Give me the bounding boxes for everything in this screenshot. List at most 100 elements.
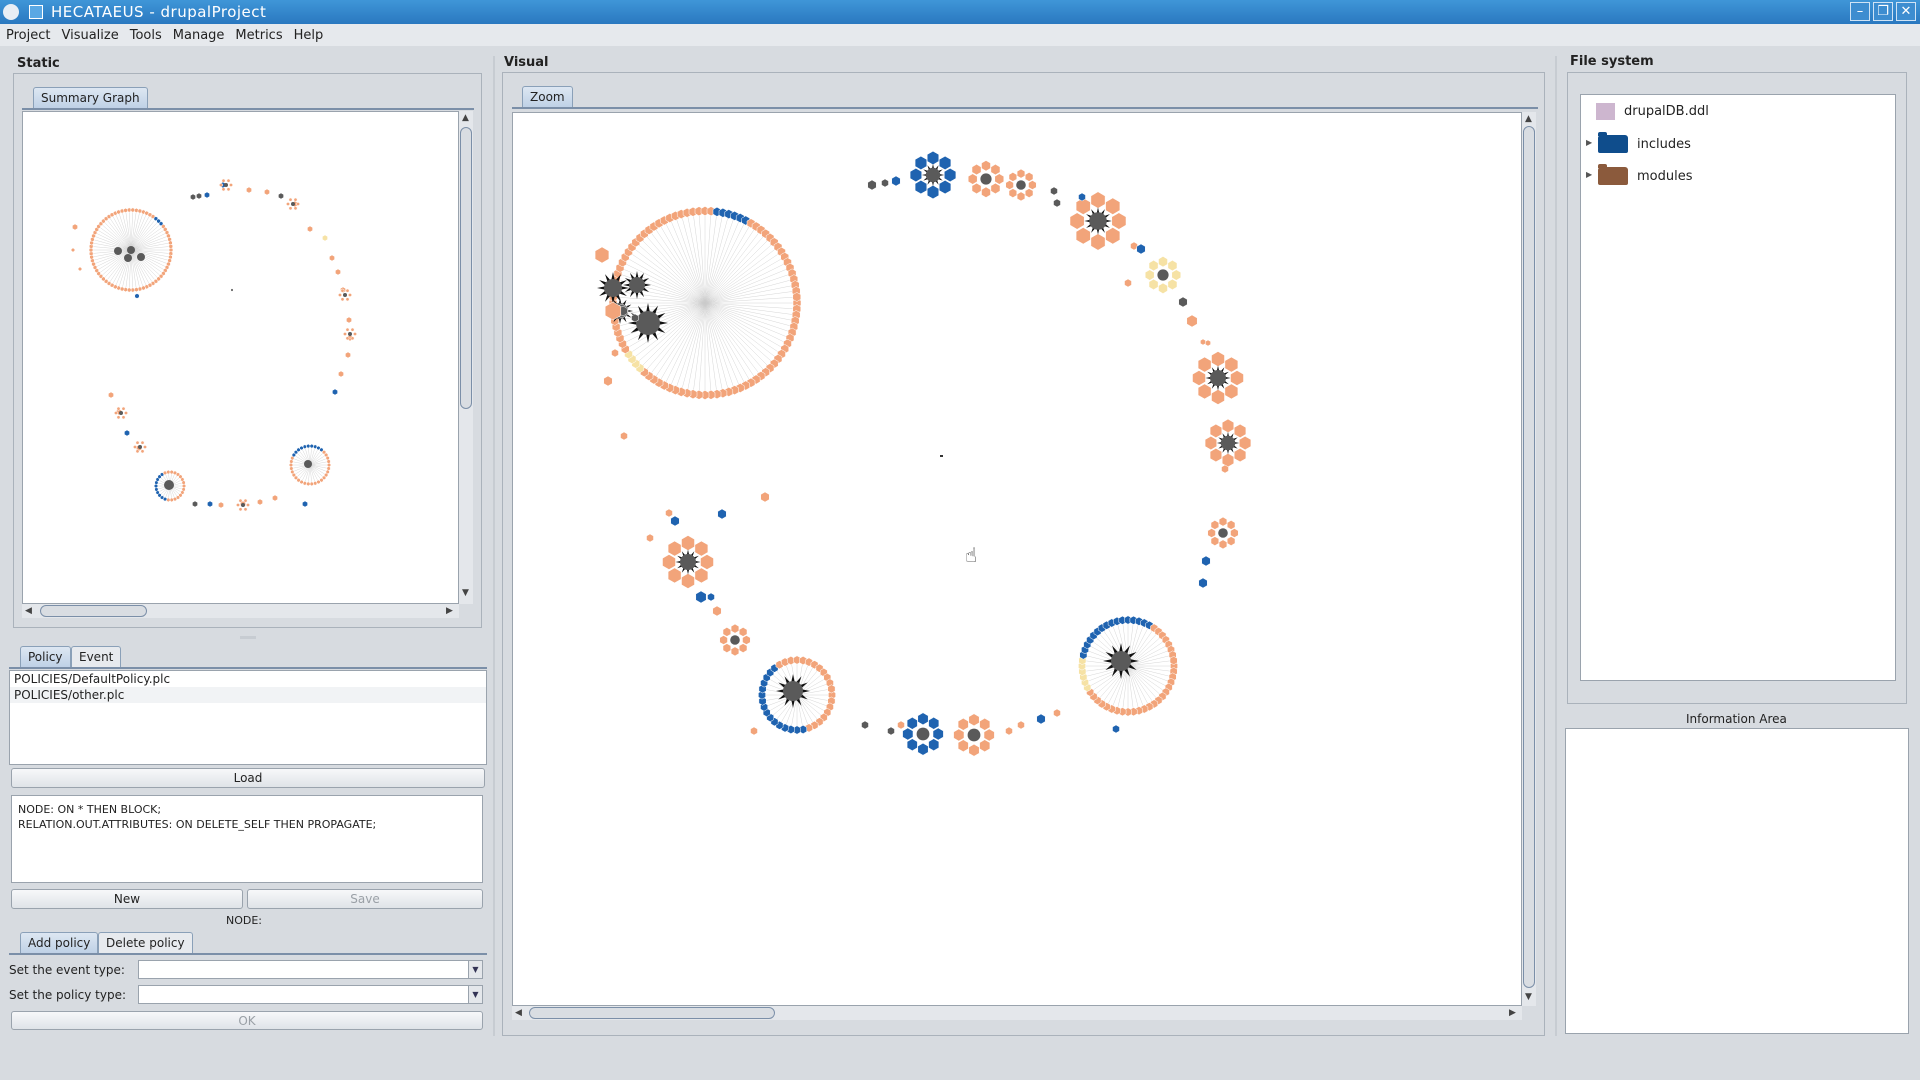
scroll-right-arrow-icon[interactable]: ▶ bbox=[446, 606, 453, 616]
ok-button[interactable]: OK bbox=[11, 1011, 483, 1030]
list-item[interactable]: POLICIES/other.plc bbox=[10, 687, 486, 703]
graph-node bbox=[1112, 724, 1120, 734]
graph-node bbox=[925, 167, 941, 183]
graph-node bbox=[335, 268, 341, 276]
graph-node bbox=[881, 178, 889, 188]
graph-node bbox=[241, 503, 245, 507]
tree-item-includes[interactable]: includes bbox=[1598, 132, 1691, 153]
tab-summary-graph[interactable]: Summary Graph bbox=[33, 87, 148, 108]
graph-edge bbox=[704, 302, 712, 395]
scroll-down-arrow-icon[interactable]: ▼ bbox=[1525, 992, 1532, 1002]
graph-node bbox=[717, 508, 727, 520]
tab-delete-policy[interactable]: Delete policy bbox=[98, 932, 193, 953]
graph-node bbox=[264, 188, 270, 196]
splitter-right[interactable] bbox=[1555, 56, 1557, 1036]
policy-text-area[interactable]: NODE: ON * THEN BLOCK; RELATION.OUT.ATTR… bbox=[11, 795, 483, 883]
menu-tools[interactable]: Tools bbox=[130, 28, 162, 43]
graph-edge bbox=[698, 302, 706, 395]
graph-node bbox=[990, 164, 1001, 176]
chevron-down-icon[interactable]: ▼ bbox=[468, 961, 482, 978]
scroll-left-arrow-icon[interactable]: ◀ bbox=[25, 606, 32, 616]
visual-graph-canvas[interactable]: ☝ bbox=[512, 112, 1522, 1006]
graph-node bbox=[1211, 351, 1225, 367]
graph-node bbox=[124, 429, 130, 437]
window-menu-icon[interactable] bbox=[29, 5, 43, 19]
summary-horizontal-scrollbar[interactable]: ◀ ▶ bbox=[22, 604, 459, 618]
tab-event[interactable]: Event bbox=[71, 646, 122, 667]
graph-node bbox=[257, 498, 263, 506]
tree-item-drupaldb[interactable]: drupalDB.ddl bbox=[1596, 103, 1709, 120]
visual-vscroll-thumb[interactable] bbox=[1523, 126, 1535, 988]
graph-node bbox=[938, 180, 952, 195]
graph-node bbox=[968, 713, 980, 727]
scroll-down-arrow-icon[interactable]: ▼ bbox=[462, 588, 469, 598]
graph-node bbox=[1209, 423, 1223, 438]
graph-node bbox=[1148, 278, 1159, 290]
graph-node bbox=[124, 254, 132, 262]
graph-node bbox=[236, 502, 240, 508]
summary-hscroll-thumb[interactable] bbox=[40, 605, 147, 617]
scroll-left-arrow-icon[interactable]: ◀ bbox=[515, 1008, 522, 1018]
graph-node bbox=[1197, 356, 1212, 373]
visual-horizontal-scrollbar[interactable]: ◀ ▶ bbox=[512, 1006, 1522, 1020]
graph-node bbox=[1016, 180, 1026, 190]
summary-graph-canvas[interactable] bbox=[22, 111, 459, 604]
graph-node bbox=[1220, 435, 1236, 451]
load-button[interactable]: Load bbox=[11, 768, 485, 788]
event-type-select[interactable]: ▼ bbox=[138, 960, 483, 979]
policy-type-select[interactable]: ▼ bbox=[138, 985, 483, 1004]
graph-node bbox=[953, 728, 965, 742]
menu-help[interactable]: Help bbox=[294, 28, 324, 43]
graph-node bbox=[350, 336, 355, 341]
policy-file-list[interactable]: POLICIES/DefaultPolicy.plc POLICIES/othe… bbox=[9, 670, 487, 765]
close-button[interactable]: ✕ bbox=[1896, 2, 1916, 21]
scroll-right-arrow-icon[interactable]: ▶ bbox=[1509, 1008, 1516, 1018]
menu-visualize[interactable]: Visualize bbox=[61, 28, 118, 43]
expand-arrow-icon[interactable]: ▶ bbox=[1586, 138, 1592, 147]
tab-policy[interactable]: Policy bbox=[20, 646, 71, 667]
scroll-up-arrow-icon[interactable]: ▲ bbox=[1525, 114, 1532, 124]
expand-arrow-icon[interactable]: ▶ bbox=[1586, 170, 1592, 179]
graph-node bbox=[1197, 383, 1212, 400]
graph-node bbox=[229, 182, 233, 188]
graph-node bbox=[143, 444, 147, 450]
menu-manage[interactable]: Manage bbox=[173, 28, 225, 43]
new-button[interactable]: New bbox=[11, 889, 243, 909]
menu-project[interactable]: Project bbox=[6, 28, 50, 43]
tab-add-policy[interactable]: Add policy bbox=[20, 932, 99, 953]
visual-hscroll-thumb[interactable] bbox=[529, 1007, 775, 1019]
graph-node bbox=[670, 515, 680, 527]
graph-node bbox=[1210, 370, 1226, 386]
tree-item-modules[interactable]: modules bbox=[1598, 164, 1693, 185]
graph-node bbox=[1224, 383, 1239, 400]
maximize-button[interactable]: ❐ bbox=[1873, 2, 1893, 21]
visual-vertical-scrollbar[interactable]: ▲ ▼ bbox=[1522, 112, 1536, 1006]
graph-node bbox=[636, 311, 660, 335]
splitter-left[interactable] bbox=[493, 56, 495, 1036]
graph-node bbox=[291, 202, 295, 206]
graph-node bbox=[694, 540, 709, 557]
graph-node bbox=[313, 481, 318, 486]
scroll-up-arrow-icon[interactable]: ▲ bbox=[462, 113, 469, 123]
graph-node bbox=[914, 155, 928, 170]
graph-node bbox=[108, 391, 114, 399]
save-button[interactable]: Save bbox=[247, 889, 483, 909]
minimize-button[interactable]: – bbox=[1850, 2, 1870, 21]
split-handle[interactable] bbox=[240, 636, 256, 639]
graph-node bbox=[166, 469, 171, 475]
summary-vscroll-thumb[interactable] bbox=[460, 127, 472, 409]
tab-zoom[interactable]: Zoom bbox=[522, 86, 573, 107]
list-item[interactable]: POLICIES/DefaultPolicy.plc bbox=[10, 671, 486, 687]
graph-node bbox=[1226, 520, 1236, 530]
graph-node bbox=[957, 718, 969, 731]
information-area bbox=[1565, 728, 1909, 1034]
graph-node bbox=[827, 684, 836, 694]
file-tree[interactable]: drupalDB.ddl ▶ includes ▶ modules bbox=[1580, 94, 1896, 681]
summary-vertical-scrollbar[interactable]: ▲ ▼ bbox=[459, 111, 473, 604]
graph-edge bbox=[704, 262, 788, 304]
chevron-down-icon[interactable]: ▼ bbox=[468, 986, 482, 1003]
graph-node bbox=[1069, 212, 1085, 230]
menu-metrics[interactable]: Metrics bbox=[235, 28, 282, 43]
graph-node bbox=[1089, 212, 1107, 230]
graph-node bbox=[981, 186, 991, 198]
